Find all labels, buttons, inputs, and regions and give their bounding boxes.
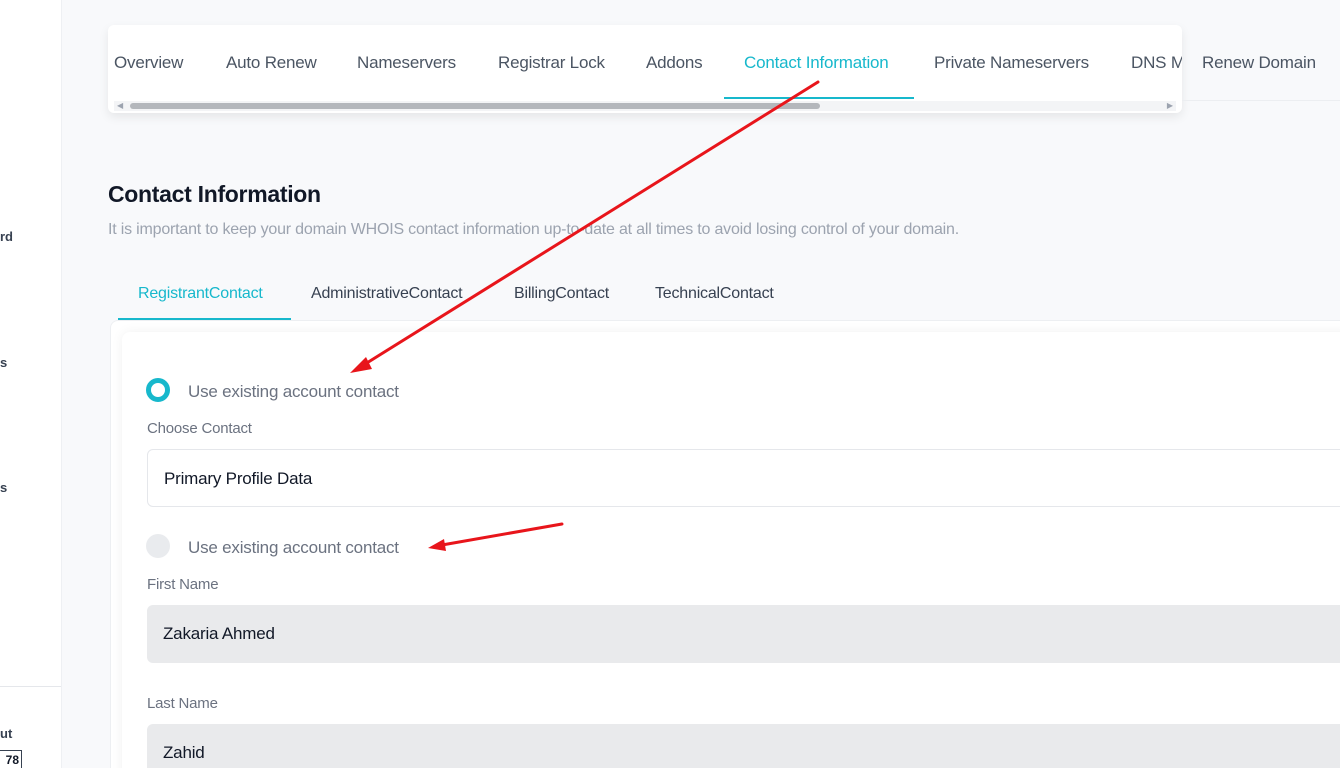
tab-administrative-contact[interactable]: AdministrativeContact (311, 285, 463, 303)
tab-registrar-lock[interactable]: Registrar Lock (498, 53, 605, 73)
sidebar-item-fragment[interactable]: s (0, 355, 7, 370)
scroll-right-icon[interactable]: ▶ (1167, 102, 1173, 110)
tab-nameservers[interactable]: Nameservers (357, 53, 456, 73)
tab-addons[interactable]: Addons (646, 53, 703, 73)
scroll-left-icon[interactable]: ◀ (117, 102, 123, 110)
active-tab-indicator (724, 97, 914, 99)
page-title: Contact Information (108, 181, 321, 207)
last-name-label: Last Name (147, 695, 218, 712)
existing-contact-label[interactable]: Use existing account contact (188, 382, 399, 402)
sidebar: rd s s ut 78 (0, 0, 62, 768)
last-name-field[interactable]: Zahid (147, 724, 1340, 768)
tab-overview[interactable]: Overview (114, 53, 183, 73)
existing-contact-radio[interactable] (146, 378, 170, 402)
tab-private-nameservers[interactable]: Private Nameservers (934, 53, 1089, 73)
first-name-label: First Name (147, 576, 219, 593)
custom-contact-radio[interactable] (146, 534, 170, 558)
tab-contact-information[interactable]: Contact Information (744, 53, 889, 73)
tab-auto-renew[interactable]: Auto Renew (226, 53, 317, 73)
choose-contact-select[interactable]: Primary Profile Data (147, 449, 1340, 507)
domain-tab-strip: Overview Auto Renew Nameservers Registra… (108, 25, 1182, 99)
first-name-field[interactable]: Zakaria Ahmed (147, 605, 1340, 663)
choose-contact-label: Choose Contact (147, 420, 252, 437)
tab-technical-contact[interactable]: TechnicalContact (655, 285, 774, 303)
tab-billing-contact[interactable]: BillingContact (514, 285, 609, 303)
tab-dns-management[interactable]: DNS M (1131, 53, 1182, 73)
tab-bar-scrollbar[interactable]: ◀ ▶ (114, 101, 1176, 111)
sidebar-item-fragment[interactable]: s (0, 480, 7, 495)
tab-registrant-contact[interactable]: RegistrantContact (138, 285, 263, 303)
scrollbar-thumb[interactable] (130, 103, 820, 109)
sidebar-badge: 78 (0, 750, 22, 768)
header-divider (1182, 100, 1340, 101)
sidebar-item-fragment[interactable]: ut (0, 726, 12, 741)
sidebar-item-fragment[interactable]: rd (0, 229, 13, 244)
custom-contact-label[interactable]: Use existing account contact (188, 538, 399, 558)
sidebar-divider (0, 686, 61, 687)
tab-renew-domain[interactable]: Renew Domain (1202, 53, 1316, 73)
domain-tab-bar: Overview Auto Renew Nameservers Registra… (108, 25, 1182, 113)
page-description: It is important to keep your domain WHOI… (108, 221, 959, 238)
